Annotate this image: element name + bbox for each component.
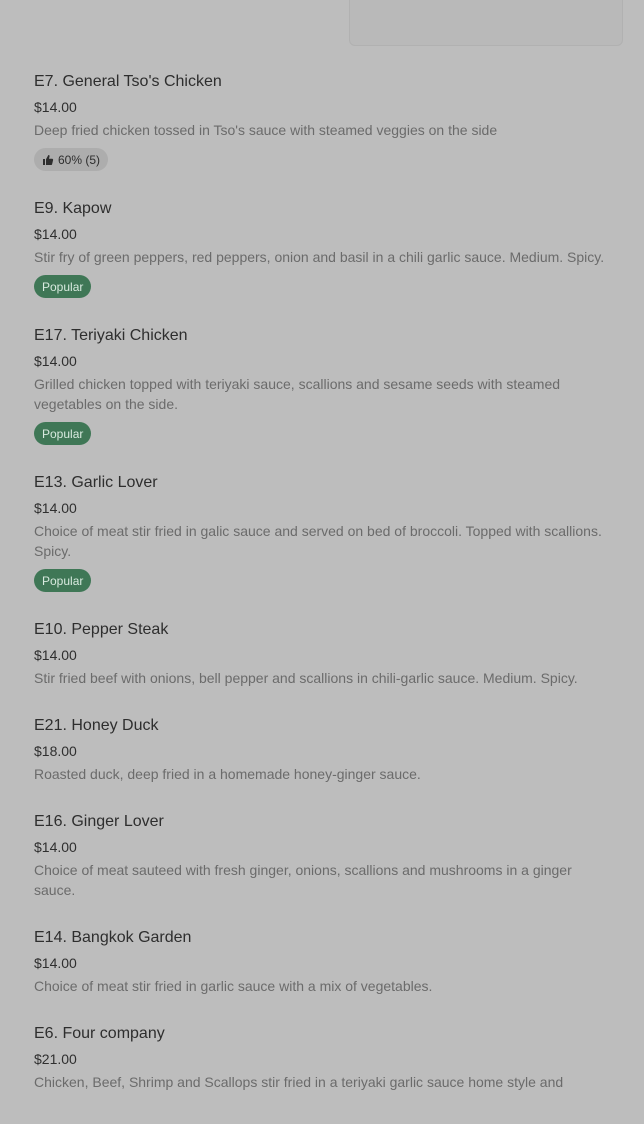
item-price: $14.00 bbox=[34, 955, 77, 971]
item-description: Chicken, Beef, Shrimp and Scallops stir … bbox=[34, 1074, 564, 1090]
item-title: E10. Pepper Steak bbox=[34, 621, 169, 638]
item-title: E16. Ginger Lover bbox=[34, 813, 164, 830]
like-percentage: 60% (5) bbox=[58, 152, 101, 167]
like-badge: 60% (5) bbox=[34, 148, 109, 171]
item-title: E17. Teriyaki Chicken bbox=[34, 327, 188, 344]
item-title: E9. Kapow bbox=[34, 200, 112, 217]
item-price: $14.00 bbox=[34, 99, 77, 115]
menu-item-pepper-steak[interactable]: E10. Pepper Steak $14.00 Stir fried beef… bbox=[34, 618, 614, 688]
menu-item-honey-duck[interactable]: E21. Honey Duck $18.00 Roasted duck, dee… bbox=[34, 714, 614, 784]
top-cut-text: · · bbox=[132, 0, 143, 4]
top-card-fragment bbox=[349, 0, 623, 46]
menu-item-kapow[interactable]: E9. Kapow $14.00 Stir fry of green peppe… bbox=[34, 197, 614, 298]
badge-row: Popular bbox=[34, 569, 614, 592]
badge-row: Popular bbox=[34, 422, 614, 445]
menu-item-ginger-lover[interactable]: E16. Ginger Lover $14.00 Choice of meat … bbox=[34, 810, 614, 900]
item-title: E7. General Tso's Chicken bbox=[34, 73, 222, 90]
item-description: Choice of meat stir fried in galic sauce… bbox=[34, 523, 602, 559]
menu-item-garlic-lover[interactable]: E13. Garlic Lover $14.00 Choice of meat … bbox=[34, 471, 614, 592]
item-description: Choice of meat stir fried in garlic sauc… bbox=[34, 978, 433, 994]
item-title: E14. Bangkok Garden bbox=[34, 929, 192, 946]
item-description: Grilled chicken topped with teriyaki sau… bbox=[34, 376, 561, 412]
menu-item-general-tsos-chicken[interactable]: E7. General Tso's Chicken $14.00 Deep fr… bbox=[34, 70, 614, 171]
popular-badge: Popular bbox=[34, 569, 92, 592]
item-price: $14.00 bbox=[34, 500, 77, 516]
item-title: E21. Honey Duck bbox=[34, 717, 159, 734]
menu-item-four-company[interactable]: E6. Four company $21.00 Chicken, Beef, S… bbox=[34, 1022, 614, 1092]
badge-row: Popular bbox=[34, 275, 614, 298]
menu-item-bangkok-garden[interactable]: E14. Bangkok Garden $14.00 Choice of mea… bbox=[34, 926, 614, 996]
menu-list: E7. General Tso's Chicken $14.00 Deep fr… bbox=[34, 70, 614, 1118]
popular-badge: Popular bbox=[34, 422, 92, 445]
popular-badge: Popular bbox=[34, 275, 92, 298]
item-title: E13. Garlic Lover bbox=[34, 474, 158, 491]
item-description: Deep fried chicken tossed in Tso's sauce… bbox=[34, 122, 498, 138]
item-price: $18.00 bbox=[34, 743, 77, 759]
item-price: $21.00 bbox=[34, 1051, 77, 1067]
item-price: $14.00 bbox=[34, 226, 77, 242]
badge-row: 60% (5) bbox=[34, 148, 614, 171]
item-description: Roasted duck, deep fried in a homemade h… bbox=[34, 766, 421, 782]
item-description: Choice of meat sauteed with fresh ginger… bbox=[34, 862, 572, 898]
item-title: E6. Four company bbox=[34, 1025, 165, 1042]
item-description: Stir fried beef with onions, bell pepper… bbox=[34, 670, 578, 686]
thumbs-up-icon bbox=[43, 154, 54, 165]
item-price: $14.00 bbox=[34, 839, 77, 855]
item-price: $14.00 bbox=[34, 353, 77, 369]
item-description: Stir fry of green peppers, red peppers, … bbox=[34, 249, 605, 265]
item-price: $14.00 bbox=[34, 647, 77, 663]
menu-item-teriyaki-chicken[interactable]: E17. Teriyaki Chicken $14.00 Grilled chi… bbox=[34, 324, 614, 445]
